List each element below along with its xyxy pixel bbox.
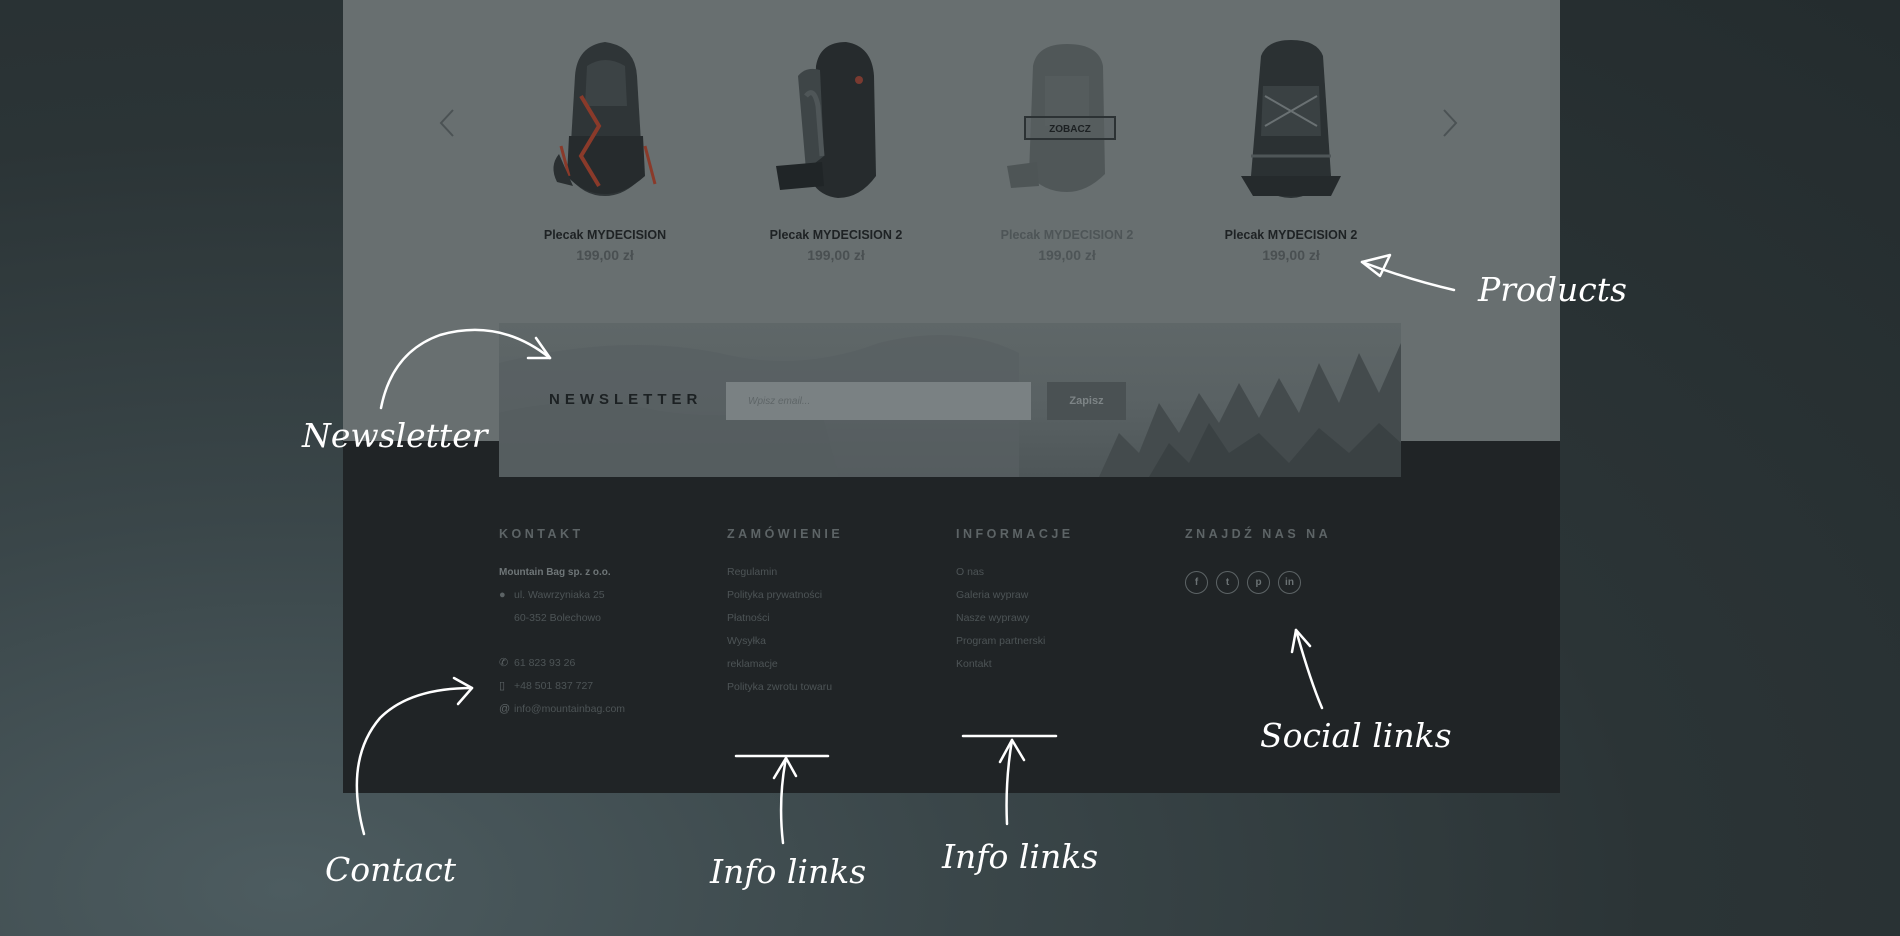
company-name: Mountain Bag sp. z o.o.: [499, 567, 611, 578]
chevron-left-icon: [439, 109, 454, 137]
phone-icon: ✆: [499, 657, 509, 669]
product-card[interactable]: Plecak MYDECISION 199,00 zł: [505, 36, 705, 263]
product-card[interactable]: Plecak MYDECISION 2 199,00 zł: [1191, 36, 1391, 263]
view-product-button[interactable]: ZOBACZ: [1024, 116, 1116, 140]
facebook-icon[interactable]: f: [1185, 571, 1208, 594]
address-line: 60-352 Bolechowo: [514, 612, 601, 624]
footer-link-shipping[interactable]: Wysyłka: [727, 635, 766, 648]
product-price: 199,00 zł: [1038, 247, 1096, 263]
footer-info-column: INFORMACJE O nas Galeria wypraw Nasze wy…: [956, 527, 1074, 681]
product-price: 199,00 zł: [1262, 247, 1320, 263]
footer-link-complaints[interactable]: reklamacje: [727, 658, 778, 671]
map-pin-icon: ●: [499, 589, 506, 601]
phone-number[interactable]: 61 823 93 26: [514, 657, 575, 670]
footer-link-expeditions[interactable]: Nasze wyprawy: [956, 612, 1030, 625]
annotation-social-links: Social links: [1260, 716, 1452, 755]
product-image[interactable]: [1191, 36, 1391, 206]
product-name[interactable]: Plecak MYDECISION 2: [1191, 228, 1391, 242]
footer-social-title: ZNAJDŹ NAS NA: [1185, 527, 1332, 541]
product-card[interactable]: ZOBACZ Plecak MYDECISION 2 199,00 zł: [967, 36, 1167, 263]
linkedin-icon[interactable]: in: [1278, 571, 1301, 594]
page-mockup: Plecak MYDECISION 199,00 zł Plecak MYDEC…: [343, 0, 1560, 793]
pinterest-icon[interactable]: p: [1247, 571, 1270, 594]
carousel-prev-button[interactable]: [436, 108, 460, 138]
footer-link-gallery[interactable]: Galeria wypraw: [956, 589, 1028, 602]
product-image[interactable]: [736, 36, 936, 206]
annotation-products: Products: [1478, 270, 1627, 309]
chevron-right-icon: [1443, 109, 1458, 137]
product-image[interactable]: [505, 36, 705, 206]
mobile-number[interactable]: +48 501 837 727: [514, 680, 593, 693]
newsletter-subscribe-button[interactable]: Zapisz: [1047, 382, 1126, 420]
footer-contact-title: KONTAKT: [499, 527, 584, 541]
email-link[interactable]: info@mountainbag.com: [514, 703, 625, 716]
footer-link-contact[interactable]: Kontakt: [956, 658, 992, 671]
footer-link-partner[interactable]: Program partnerski: [956, 635, 1045, 648]
footer-link-regulamin[interactable]: Regulamin: [727, 566, 777, 579]
carousel-next-button[interactable]: [1437, 108, 1461, 138]
annotation-info-links: Info links: [942, 837, 1099, 876]
mobile-icon: ▯: [499, 680, 506, 692]
product-image[interactable]: ZOBACZ: [967, 36, 1167, 206]
address-line: ul. Wawrzyniaka 25: [514, 589, 605, 601]
footer-info-title: INFORMACJE: [956, 527, 1074, 541]
product-price: 199,00 zł: [807, 247, 865, 263]
footer-link-privacy[interactable]: Polityka prywatności: [727, 589, 822, 602]
newsletter-email-input[interactable]: [726, 382, 1031, 420]
footer-link-about[interactable]: O nas: [956, 566, 984, 579]
footer-link-returns[interactable]: Polityka zwrotu towaru: [727, 681, 832, 694]
footer-link-payments[interactable]: Płatności: [727, 612, 770, 625]
product-name[interactable]: Plecak MYDECISION 2: [736, 228, 936, 242]
annotation-newsletter: Newsletter: [302, 416, 488, 455]
product-name[interactable]: Plecak MYDECISION: [505, 228, 705, 242]
newsletter-title: NEWSLETTER: [549, 391, 703, 408]
newsletter-banner: NEWSLETTER Zapisz: [499, 323, 1401, 477]
annotation-contact: Contact: [325, 850, 457, 889]
footer-contact-column: KONTAKT Mountain Bag sp. z o.o. ● ul. Waw…: [499, 527, 625, 726]
annotation-info-links: Info links: [710, 852, 867, 891]
twitter-icon[interactable]: t: [1216, 571, 1239, 594]
product-card[interactable]: Plecak MYDECISION 2 199,00 zł: [736, 36, 936, 263]
footer-order-column: ZAMÓWIENIE Regulamin Polityka prywatnośc…: [727, 527, 843, 704]
product-price: 199,00 zł: [576, 247, 634, 263]
footer-order-title: ZAMÓWIENIE: [727, 527, 844, 541]
product-name[interactable]: Plecak MYDECISION 2: [967, 228, 1167, 242]
at-icon: @: [499, 703, 511, 715]
footer-social-column: ZNAJDŹ NAS NA f t p in: [1185, 527, 1331, 594]
